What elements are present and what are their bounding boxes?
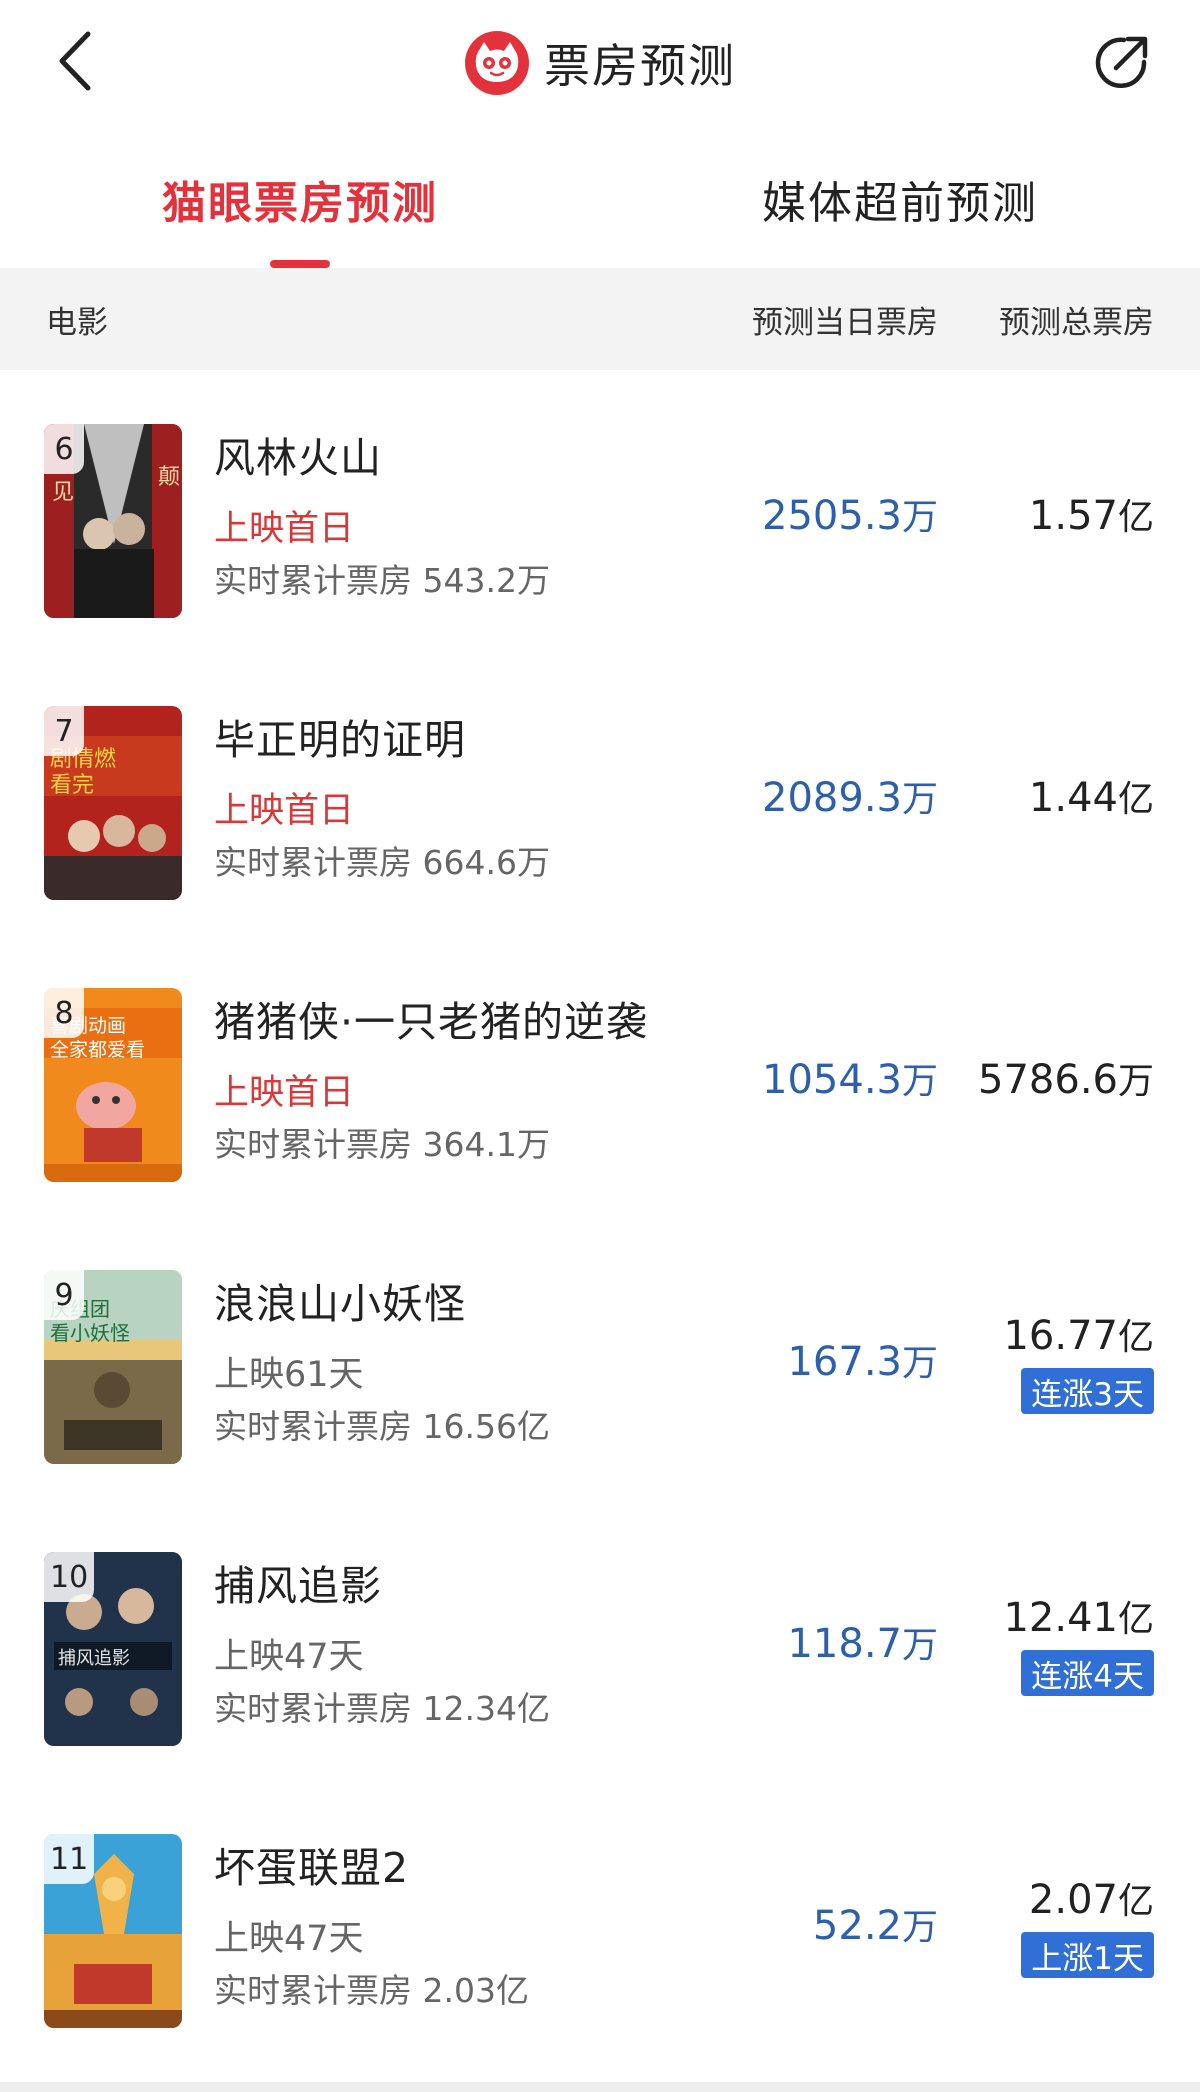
release-status: 上映首日 <box>214 791 355 831</box>
total-forecast-number: 1.44 <box>1028 775 1118 821</box>
trend-badge: 上涨1天 <box>1021 1932 1154 1978</box>
day-forecast-value: 1054.3万 <box>762 1052 938 1104</box>
rank-number: 6 <box>44 424 84 474</box>
tab-media-forecast[interactable]: 媒体超前预测 <box>600 130 1200 268</box>
top-bar: 票房预测 <box>0 0 1200 130</box>
total-forecast-value: 1.57亿 <box>1029 488 1154 540</box>
movie-row[interactable]: 剧情燃 看完 7 毕正明的证明 上映首日 实时累计票房 664.6万 2089.… <box>0 652 1200 934</box>
day-forecast-unit: 万 <box>901 497 938 538</box>
rank-number: 8 <box>44 988 84 1038</box>
svg-text:见: 见 <box>52 480 74 505</box>
realtime-cumulative-boxoffice: 实时累计票房 12.34亿 <box>214 1689 550 1728</box>
rank-number: 7 <box>44 706 84 756</box>
page-header: 票房预测 <box>0 28 1200 98</box>
share-button[interactable] <box>1086 28 1156 98</box>
page-title: 票房预测 <box>544 39 736 93</box>
realtime-cumulative-boxoffice: 实时累计票房 364.1万 <box>214 1125 550 1164</box>
total-forecast-number: 5786.6 <box>978 1057 1118 1103</box>
day-forecast-unit: 万 <box>901 779 938 820</box>
movie-poster: 喜剧动画 全家都爱看 8 <box>44 988 182 1182</box>
total-forecast-value: 5786.6万 <box>978 1052 1154 1104</box>
day-forecast-unit: 万 <box>901 1625 938 1666</box>
day-forecast-value: 2505.3万 <box>762 488 938 540</box>
day-forecast-number: 167.3 <box>787 1339 902 1385</box>
realtime-cumulative-boxoffice: 实时累计票房 16.56亿 <box>214 1407 550 1446</box>
total-forecast-number: 12.41 <box>1003 1595 1118 1641</box>
realtime-cumulative-boxoffice: 实时累计票房 664.6万 <box>214 843 550 882</box>
rank-number: 9 <box>44 1270 84 1320</box>
total-forecast-number: 2.07 <box>1028 1877 1118 1923</box>
total-forecast-unit: 亿 <box>1117 497 1154 538</box>
movie-title: 捕风追影 <box>214 1562 382 1610</box>
maoyan-cat-logo-icon <box>465 31 529 95</box>
movie-poster: 庆组团 看小妖怪 9 <box>44 1270 182 1464</box>
rank-number: 10 <box>44 1552 95 1602</box>
day-forecast-number: 1054.3 <box>762 1057 902 1103</box>
day-forecast-number: 2089.3 <box>762 775 902 821</box>
movie-poster: 11 <box>44 1834 182 2028</box>
movie-poster: 剧情燃 看完 7 <box>44 706 182 900</box>
movie-row[interactable]: 喜剧动画 全家都爱看 8 猪猪侠·一只老猪的逆袭 上映首日 实时累计票房 364… <box>0 934 1200 1216</box>
realtime-cumulative-boxoffice: 实时累计票房 543.2万 <box>214 561 550 600</box>
day-forecast-value: 52.2万 <box>813 1898 938 1950</box>
tab-maoyan-forecast[interactable]: 猫眼票房预测 <box>0 130 600 268</box>
day-forecast-value: 118.7万 <box>787 1616 938 1668</box>
day-forecast-unit: 万 <box>901 1343 938 1384</box>
movie-title: 猪猪侠·一只老猪的逆袭 <box>214 998 649 1046</box>
release-status: 上映首日 <box>214 509 355 549</box>
total-forecast-value: 2.07亿 <box>1029 1872 1154 1924</box>
total-forecast-value: 16.77亿 <box>1003 1308 1154 1360</box>
release-status: 上映61天 <box>214 1355 364 1395</box>
movie-title: 风林火山 <box>214 434 382 482</box>
release-status: 上映首日 <box>214 1073 355 1113</box>
release-status: 上映47天 <box>214 1637 364 1677</box>
movie-title: 毕正明的证明 <box>214 716 466 764</box>
total-forecast-number: 16.77 <box>1003 1313 1118 1359</box>
day-forecast-number: 118.7 <box>787 1621 902 1667</box>
day-forecast-value: 167.3万 <box>787 1334 938 1386</box>
movie-poster: 捕风追影 10 <box>44 1552 182 1746</box>
column-day-forecast[interactable]: 预测当日票房 <box>752 297 938 342</box>
movie-row[interactable]: 庆组团 看小妖怪 9 浪浪山小妖怪 上映61天 实时累计票房 16.56亿 16… <box>0 1216 1200 1498</box>
tab-label: 猫眼票房预测 <box>162 178 438 229</box>
day-forecast-unit: 万 <box>901 1061 938 1102</box>
day-forecast-number: 2505.3 <box>762 493 902 539</box>
share-icon <box>1095 36 1148 88</box>
trend-badge: 连涨4天 <box>1021 1650 1154 1696</box>
release-status: 上映47天 <box>214 1919 364 1959</box>
svg-text:捕风追影: 捕风追影 <box>58 1648 130 1669</box>
realtime-cumulative-boxoffice: 实时累计票房 2.03亿 <box>214 1971 529 2010</box>
movie-title: 浪浪山小妖怪 <box>214 1280 466 1328</box>
total-forecast-value: 12.41亿 <box>1003 1590 1154 1642</box>
svg-text:颠: 颠 <box>158 465 180 490</box>
day-forecast-number: 52.2 <box>812 1903 902 1949</box>
total-forecast-unit: 亿 <box>1117 1599 1154 1640</box>
rank-number: 11 <box>44 1834 95 1884</box>
movie-row[interactable]: 见 颠 6 风林火山 上映首日 实时累计票房 543.2万 2505.3万 1.… <box>0 370 1200 652</box>
tab-bar: 猫眼票房预测 媒体超前预测 <box>0 130 1200 268</box>
column-total-forecast[interactable]: 预测总票房 <box>999 297 1154 342</box>
movie-title: 坏蛋联盟2 <box>214 1844 410 1892</box>
svg-text:看完: 看完 <box>50 773 94 798</box>
trend-badge: 连涨3天 <box>1021 1368 1154 1414</box>
total-forecast-number: 1.57 <box>1028 493 1118 539</box>
movie-list: 见 颠 6 风林火山 上映首日 实时累计票房 543.2万 2505.3万 1.… <box>0 370 1200 2062</box>
active-tab-indicator <box>270 260 330 268</box>
total-forecast-value: 1.44亿 <box>1029 770 1154 822</box>
total-forecast-unit: 亿 <box>1117 779 1154 820</box>
movie-row[interactable]: 11 坏蛋联盟2 上映47天 实时累计票房 2.03亿 52.2万 2.07亿 … <box>0 1780 1200 2062</box>
movie-row[interactable]: 捕风追影 10 捕风追影 上映47天 实时累计票房 12.34亿 118.7万 … <box>0 1498 1200 1780</box>
bottom-divider <box>0 2082 1200 2092</box>
column-header: 电影 预测当日票房 预测总票房 <box>0 268 1200 370</box>
movie-poster: 见 颠 6 <box>44 424 182 618</box>
svg-text:全家都爱看: 全家都爱看 <box>50 1039 145 1061</box>
total-forecast-unit: 亿 <box>1117 1881 1154 1922</box>
tab-label: 媒体超前预测 <box>762 178 1038 229</box>
svg-text:看小妖怪: 看小妖怪 <box>50 1321 130 1345</box>
day-forecast-value: 2089.3万 <box>762 770 938 822</box>
column-movie: 电影 <box>46 304 108 341</box>
day-forecast-unit: 万 <box>901 1907 938 1948</box>
total-forecast-unit: 亿 <box>1117 1317 1154 1358</box>
total-forecast-unit: 万 <box>1117 1061 1154 1102</box>
